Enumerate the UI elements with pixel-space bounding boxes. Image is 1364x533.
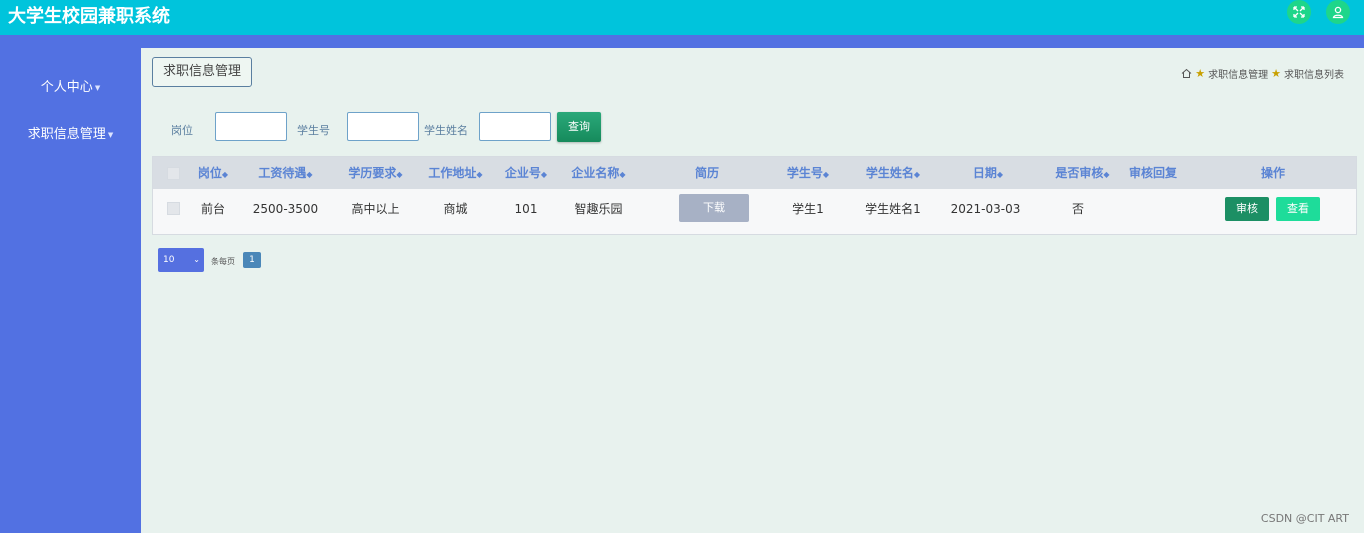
home-icon[interactable] (1181, 68, 1192, 79)
header-actions: 操作 (1260, 166, 1285, 180)
sort-icon: ◆ (996, 170, 1004, 179)
header-resume: 简历 (694, 166, 719, 180)
cell-company-no: 101 (514, 202, 538, 216)
view-button[interactable]: 查看 (1276, 197, 1320, 221)
page-size-select[interactable]: 10 ⌄ (158, 248, 204, 272)
breadcrumb: ★ 求职信息管理 ★ 求职信息列表 (1181, 66, 1344, 81)
cell-date: 2021-03-03 (950, 202, 1021, 216)
header-position[interactable]: 岗位◆ (193, 157, 233, 189)
star-icon: ★ (1195, 67, 1206, 80)
app-title: 大学生校园兼职系统 (8, 6, 170, 27)
header-strip (0, 35, 1364, 48)
cell-company-name: 智趣乐园 (574, 202, 623, 216)
student-name-input[interactable] (479, 112, 551, 141)
sort-icon: ◆ (822, 170, 830, 179)
sort-icon: ◆ (1103, 170, 1110, 179)
student-no-label: 学生号 (297, 124, 330, 137)
page-size-value: 10 (163, 255, 175, 265)
data-table: 岗位◆ 工资待遇◆ 学历要求◆ 工作地址◆ 企业号◆ 企业名称◆ 简历 学生号◆… (152, 156, 1357, 235)
sort-icon: ◆ (221, 170, 229, 179)
watermark: CSDN @CIT ART (1260, 512, 1349, 525)
chevron-down-icon: ▼ (107, 130, 114, 139)
header-audited[interactable]: 是否审核◆ (1045, 157, 1120, 189)
sidebar: 个人中心 ▼ 求职信息管理 ▼ (0, 35, 141, 533)
main-content: 求职信息管理 ★ 求职信息管理 ★ 求职信息列表 岗位 学生号 学生姓名 查询 … (141, 48, 1364, 533)
sidebar-item-label: 个人中心 (40, 80, 93, 95)
star-icon: ★ (1271, 67, 1281, 80)
select-all-checkbox[interactable] (167, 167, 180, 180)
sidebar-item-label: 求职信息管理 (27, 127, 106, 142)
chevron-down-icon: ⌄ (193, 255, 200, 264)
download-resume-button[interactable]: 下载 (679, 194, 749, 222)
sort-icon: ◆ (619, 170, 626, 179)
breadcrumb-item[interactable]: 求职信息管理 (1208, 66, 1268, 81)
header-company-no[interactable]: 企业号◆ (496, 157, 556, 189)
sort-icon: ◆ (306, 170, 313, 179)
cell-address: 商城 (443, 202, 468, 216)
row-checkbox[interactable] (167, 202, 180, 215)
page-title-button[interactable]: 求职信息管理 (152, 57, 252, 87)
student-no-input[interactable] (347, 112, 419, 141)
position-label: 岗位 (171, 124, 193, 137)
audit-button[interactable]: 审核 (1225, 197, 1269, 221)
header-salary[interactable]: 工资待遇◆ (248, 157, 323, 189)
top-bar: 大学生校园兼职系统 (0, 0, 1364, 35)
chevron-down-icon: ▼ (94, 83, 101, 92)
header-education[interactable]: 学历要求◆ (338, 157, 413, 189)
sidebar-item-job-info-management[interactable]: 求职信息管理 ▼ (0, 123, 141, 142)
header-address[interactable]: 工作地址◆ (418, 157, 493, 189)
breadcrumb-item: 求职信息列表 (1284, 70, 1344, 81)
user-icon[interactable] (1326, 0, 1350, 24)
fullscreen-icon[interactable] (1287, 0, 1311, 24)
header-student-no[interactable]: 学生号◆ (778, 157, 838, 189)
sort-icon: ◆ (540, 170, 548, 179)
table-header: 岗位◆ 工资待遇◆ 学历要求◆ 工作地址◆ 企业号◆ 企业名称◆ 简历 学生号◆… (153, 157, 1356, 189)
cell-audited: 否 (1071, 202, 1084, 216)
sort-icon: ◆ (476, 170, 483, 179)
header-reply: 审核回复 (1128, 166, 1177, 180)
header-student-name[interactable]: 学生姓名◆ (853, 157, 933, 189)
header-company-name[interactable]: 企业名称◆ (561, 157, 636, 189)
cell-salary: 2500-3500 (252, 202, 319, 216)
sidebar-item-personal-center[interactable]: 个人中心 ▼ (0, 76, 141, 95)
page-number-button[interactable]: 1 (243, 252, 261, 268)
student-name-label: 学生姓名 (424, 124, 468, 137)
search-button[interactable]: 查询 (557, 112, 601, 142)
cell-position: 前台 (200, 202, 225, 216)
position-input[interactable] (215, 112, 287, 141)
cell-student-no: 学生1 (792, 202, 824, 216)
cell-student-name: 学生姓名1 (865, 202, 921, 216)
cell-education: 高中以上 (351, 202, 400, 216)
page-size-label: 条每页 (211, 257, 235, 266)
sort-icon: ◆ (913, 170, 921, 179)
header-date[interactable]: 日期◆ (958, 157, 1018, 189)
cell-reply (1123, 189, 1183, 233)
sort-icon: ◆ (396, 170, 403, 179)
